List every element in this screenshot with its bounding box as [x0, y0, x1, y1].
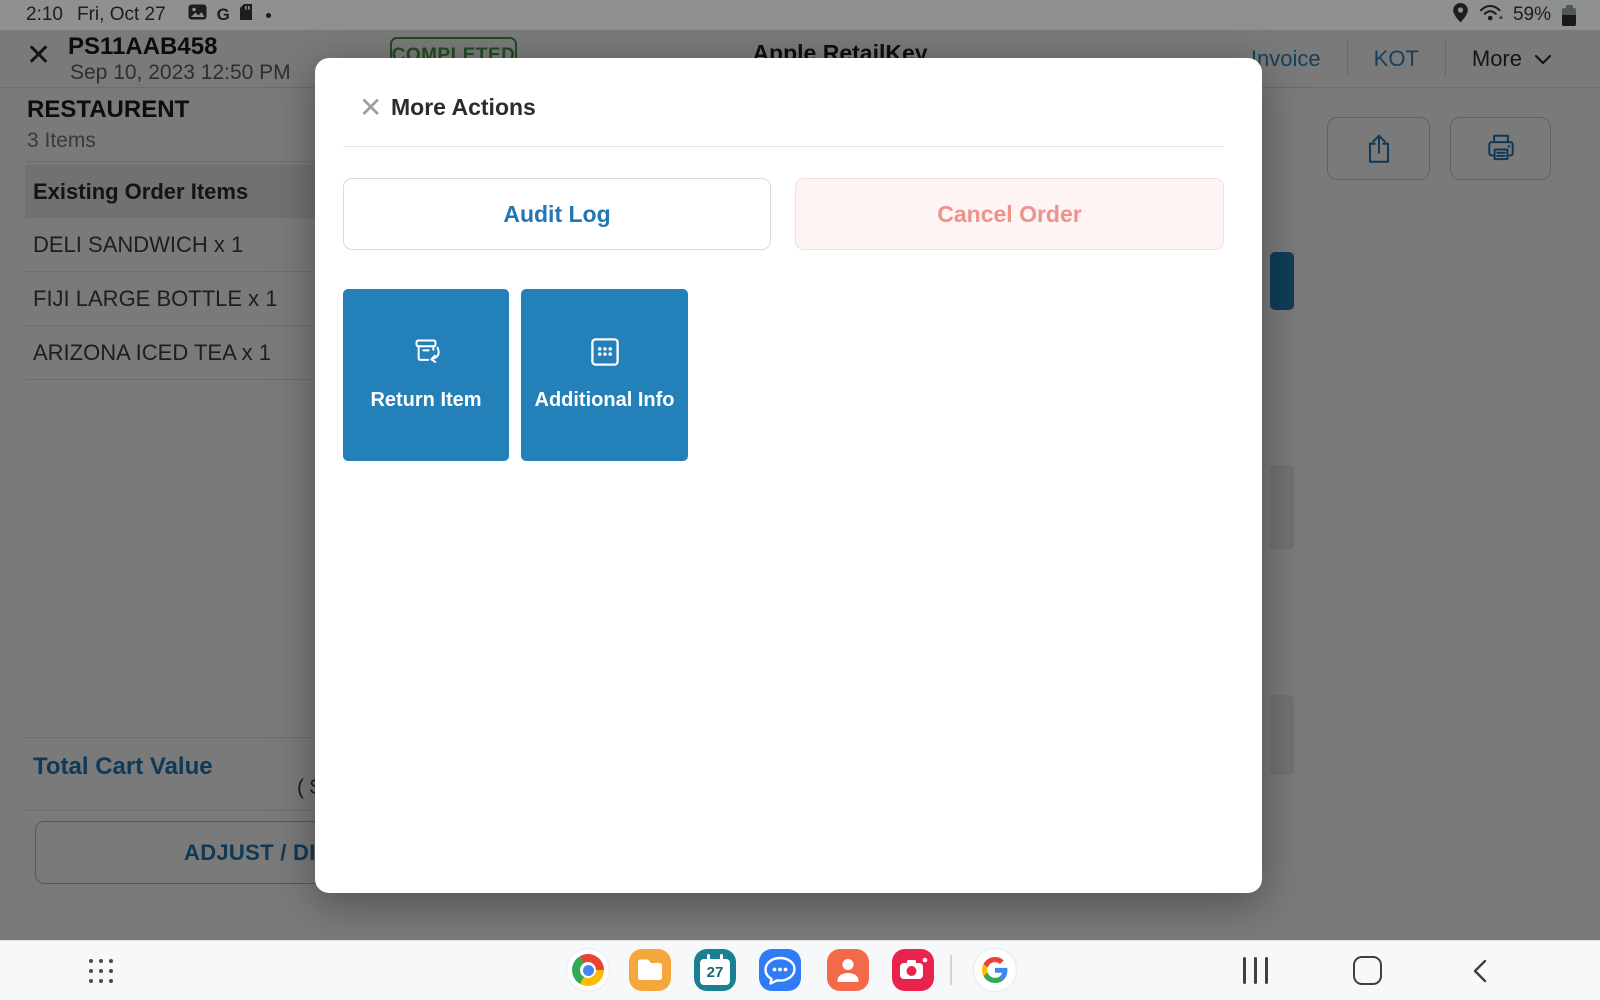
messages-icon[interactable]: [759, 949, 801, 991]
additional-info-tile[interactable]: Additional Info: [521, 289, 688, 461]
return-box-icon: [405, 331, 447, 373]
calendar-day: 27: [707, 964, 724, 981]
keypad-icon: [584, 331, 626, 373]
my-files-icon[interactable]: [629, 949, 671, 991]
google-notification-icon: G: [217, 5, 230, 25]
date: Fri, Oct 27: [77, 4, 166, 26]
chrome-icon[interactable]: [567, 949, 609, 991]
taskbar: 27: [0, 940, 1600, 1000]
taskbar-separator: [950, 955, 952, 985]
sdcard-notification-icon: [240, 4, 252, 26]
battery-percent: 59%: [1513, 4, 1551, 26]
tile-label: Additional Info: [535, 389, 675, 412]
tile-label: Return Item: [370, 389, 481, 412]
cancel-order-button[interactable]: Cancel Order: [795, 178, 1224, 250]
clock: 2:10: [26, 4, 63, 26]
calendar-icon[interactable]: 27: [694, 949, 736, 991]
contacts-icon[interactable]: [827, 949, 869, 991]
screen: 2:10 Fri, Oct 27 G 59%: [0, 0, 1600, 1000]
home-button[interactable]: [1353, 956, 1382, 985]
close-modal-icon[interactable]: ✕: [359, 94, 382, 122]
return-item-tile[interactable]: Return Item: [343, 289, 509, 461]
notification-dot: [266, 13, 271, 18]
location-icon: [1452, 2, 1469, 29]
status-bar: 2:10 Fri, Oct 27 G 59%: [0, 0, 1600, 30]
camera-icon[interactable]: [892, 949, 934, 991]
wifi-icon: [1478, 3, 1504, 28]
recents-button[interactable]: [1243, 957, 1268, 984]
audit-log-button[interactable]: Audit Log: [343, 178, 771, 250]
divider: [343, 146, 1224, 147]
modal-title: More Actions: [391, 94, 536, 121]
gallery-notification-icon: [188, 4, 207, 26]
google-icon[interactable]: [974, 949, 1016, 991]
battery-icon: [1562, 5, 1576, 26]
app-drawer-icon[interactable]: [86, 956, 116, 986]
more-actions-modal: ✕ More Actions Audit Log Cancel Order Re…: [315, 58, 1262, 893]
back-button[interactable]: [1472, 959, 1488, 988]
